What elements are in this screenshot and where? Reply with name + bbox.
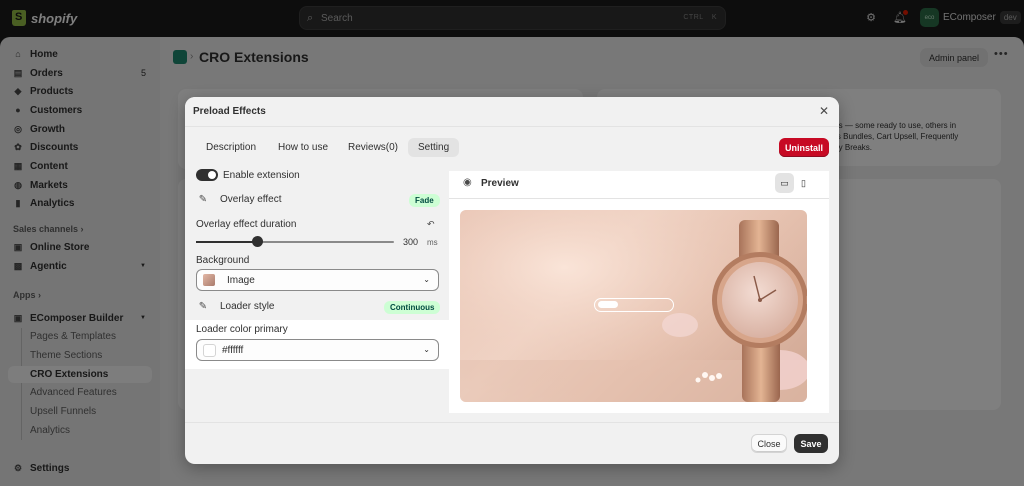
overlay-effect-badge: Fade (409, 194, 440, 207)
modal-footer: Close Save (185, 422, 839, 464)
overlay-effect-label: Overlay effect (220, 194, 282, 205)
tab-setting[interactable]: Setting (408, 138, 460, 157)
background-image-thumbnail (203, 274, 215, 286)
chevron-down-icon: ⌄ (423, 345, 430, 354)
preload-effects-modal: Preload Effects ✕ Description How to use… (185, 97, 839, 464)
reset-icon[interactable]: ↶ (427, 219, 435, 230)
eye-icon: ◉ (463, 177, 472, 188)
loader-style-badge: Continuous (384, 301, 441, 314)
tab-description[interactable]: Description (196, 138, 266, 157)
chevron-down-icon: ⌄ (423, 275, 430, 284)
color-swatch[interactable] (203, 343, 216, 357)
tab-how-to-use[interactable]: How to use (268, 138, 338, 157)
device-toggle: ▭ ▯ (775, 173, 813, 193)
enable-extension-toggle[interactable] (196, 169, 218, 181)
duration-slider-fill (196, 241, 258, 243)
save-button[interactable]: Save (794, 434, 828, 453)
uninstall-button[interactable]: Uninstall (779, 138, 829, 157)
close-icon[interactable]: ✕ (819, 104, 829, 118)
loader-style-row[interactable]: ✎ Loader style (196, 301, 275, 312)
duration-row: Overlay effect duration (196, 219, 296, 230)
preview-panel: ◉ Preview ▭ ▯ (449, 171, 829, 413)
desktop-icon[interactable]: ▭ (775, 173, 794, 193)
modal-header: Preload Effects ✕ (185, 97, 839, 127)
background-select-value: Image (227, 274, 255, 286)
duration-slider-thumb[interactable] (251, 236, 263, 247)
enable-extension-row: Enable extension (196, 169, 300, 181)
loader-color-label: Loader color primary (196, 324, 288, 335)
loader-color-section: Loader color primary #ffffff ⌄ (185, 320, 449, 369)
overlay-effect-row[interactable]: ✎ Overlay effect (196, 194, 282, 205)
enable-extension-label: Enable extension (223, 169, 300, 181)
duration-value: 300 (403, 237, 419, 247)
loader-bar (594, 298, 674, 312)
loader-color-row: Loader color primary (196, 324, 288, 335)
duration-unit: ms (427, 238, 438, 247)
duration-slider-track[interactable] (196, 241, 394, 243)
loader-color-value: #ffffff (222, 344, 244, 356)
background-label: Background (196, 255, 250, 266)
background-select[interactable]: Image ⌄ (196, 269, 439, 291)
loader-color-select[interactable]: #ffffff ⌄ (196, 339, 439, 361)
background-row: Background (196, 255, 249, 266)
tab-reviews[interactable]: Reviews(0) (338, 138, 408, 157)
preview-image (460, 210, 807, 402)
brush-icon: ✎ (198, 301, 208, 312)
mobile-icon[interactable]: ▯ (794, 173, 813, 193)
preview-label: Preview (481, 178, 519, 189)
close-button[interactable]: Close (751, 434, 787, 453)
duration-label: Overlay effect duration (196, 219, 297, 230)
modal-title: Preload Effects (193, 106, 266, 117)
loader-bar-fill (598, 301, 618, 308)
loader-style-label: Loader style (220, 301, 275, 312)
preview-header: ◉ Preview ▭ ▯ (449, 171, 829, 199)
brush-icon: ✎ (198, 194, 208, 205)
